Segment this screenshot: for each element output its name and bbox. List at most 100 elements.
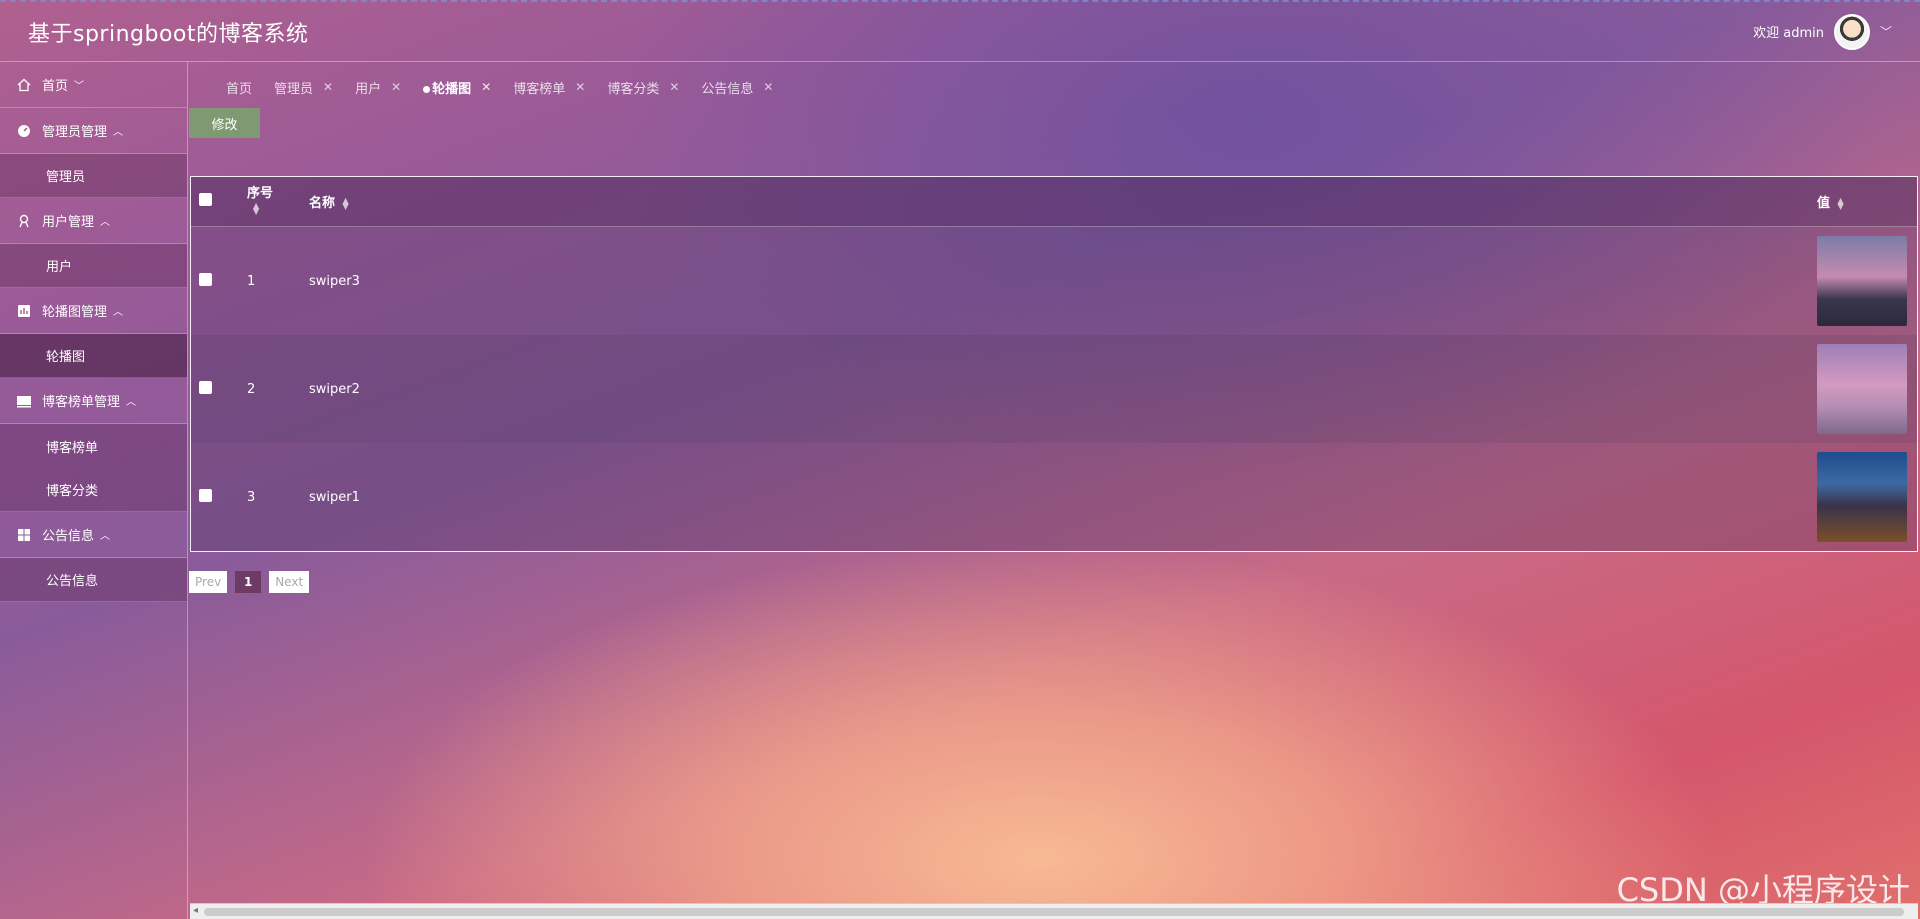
user-icon — [16, 213, 32, 229]
column-label: 值 — [1817, 196, 1831, 211]
cell-seq: 1 — [247, 273, 256, 289]
sidebar-group-blog-ranking[interactable]: 博客榜单管理 ︿ — [0, 378, 187, 424]
sort-icon[interactable]: ▲ ▼ — [253, 202, 259, 216]
sidebar-item-label: 博客分类 — [46, 484, 99, 499]
tab-blog-category[interactable]: 博客分类 ✕ — [607, 78, 679, 97]
data-table: 序号 ▲ ▼ 名称 ▲ ▼ 值 ▲ ▼ 1 swiper3 2 swiper2 3 s… — [190, 176, 1918, 552]
chevron-up-icon: ︿ — [100, 217, 111, 228]
sidebar-item-home[interactable]: 首页 ﹀ — [0, 62, 187, 108]
next-page-button[interactable]: Next — [269, 571, 310, 593]
cell-seq: 3 — [247, 489, 256, 505]
pagination: Prev 1 Next — [189, 571, 310, 593]
column-label: 名称 — [309, 196, 336, 211]
prev-page-button[interactable]: Prev — [189, 571, 228, 593]
tab-carousel[interactable]: 轮播图 ✕ — [423, 78, 491, 97]
carousel-image[interactable] — [1817, 344, 1907, 434]
close-icon[interactable]: ✕ — [763, 80, 773, 94]
table-row[interactable]: 2 swiper2 — [191, 335, 1917, 443]
tab-label: 博客榜单 — [513, 81, 566, 97]
sidebar-group-user[interactable]: 用户管理 ︿ — [0, 198, 187, 244]
column-header-seq[interactable]: 序号 ▲ ▼ — [247, 186, 309, 218]
sidebar-item-label: 首页 — [42, 79, 69, 94]
sidebar-item-notice[interactable]: 公告信息 — [0, 558, 187, 602]
tab-label: 首页 — [226, 81, 253, 97]
sidebar-item-label: 轮播图 — [46, 350, 86, 365]
scroll-left-icon[interactable]: ◂ — [193, 905, 198, 916]
sidebar-group-label: 博客榜单管理 — [42, 395, 121, 410]
sidebar-group-label: 轮播图管理 — [42, 305, 108, 320]
close-icon[interactable]: ✕ — [391, 80, 401, 94]
user-menu[interactable]: 欢迎 admin ﹀ — [1753, 13, 1892, 50]
monitor-icon — [16, 393, 32, 409]
sidebar-group-admin[interactable]: 管理员管理 ︿ — [0, 108, 187, 154]
chevron-up-icon: ︿ — [126, 397, 137, 408]
tab-blog-ranking[interactable]: 博客榜单 ✕ — [513, 78, 585, 97]
sort-icon[interactable]: ▲ ▼ — [1838, 196, 1844, 210]
chevron-up-icon: ︿ — [113, 127, 124, 138]
sidebar-group-carousel[interactable]: 轮播图管理 ︿ — [0, 288, 187, 334]
table-header: 序号 ▲ ▼ 名称 ▲ ▼ 值 ▲ ▼ — [191, 177, 1917, 227]
avatar[interactable] — [1833, 13, 1870, 50]
chart-icon — [16, 303, 32, 319]
edit-button[interactable]: 修改 — [189, 108, 260, 138]
table-row[interactable]: 1 swiper3 — [191, 227, 1917, 335]
sidebar-item-label: 管理员 — [46, 170, 86, 185]
cell-name: swiper3 — [309, 273, 360, 289]
sidebar-item-user[interactable]: 用户 — [0, 244, 187, 288]
table-row[interactable]: 3 swiper1 — [191, 443, 1917, 551]
tab-admin[interactable]: 管理员 ✕ — [274, 78, 333, 97]
sidebar-item-blog-ranking[interactable]: 博客榜单 — [0, 424, 187, 468]
column-header-value[interactable]: 值 ▲ ▼ — [1817, 192, 1917, 211]
tab-label: 管理员 — [274, 81, 314, 97]
sidebar-group-notice[interactable]: 公告信息 ︿ — [0, 512, 187, 558]
chevron-down-icon: ﹀ — [74, 81, 85, 92]
app-title: 基于springboot的博客系统 — [28, 21, 309, 47]
cell-name: swiper1 — [309, 489, 360, 505]
sidebar-item-label: 用户 — [46, 260, 73, 275]
tab-label: 博客分类 — [607, 81, 660, 97]
carousel-image[interactable] — [1817, 452, 1907, 542]
row-checkbox[interactable] — [199, 380, 212, 394]
tab-bar: 首页 管理员 ✕ 用户 ✕ 轮播图 ✕ 博客榜单 ✕ 博客分类 ✕ 公告信息 ✕ — [226, 76, 773, 98]
tab-label: 公告信息 — [701, 81, 754, 97]
home-icon — [16, 77, 32, 93]
select-all-checkbox[interactable] — [199, 193, 212, 206]
page-number-button[interactable]: 1 — [235, 571, 262, 593]
cell-seq: 2 — [247, 381, 256, 397]
dashboard-icon — [16, 123, 32, 139]
carousel-image[interactable] — [1817, 236, 1907, 326]
close-icon[interactable]: ✕ — [669, 80, 679, 94]
chevron-up-icon: ︿ — [113, 307, 124, 318]
row-checkbox[interactable] — [199, 488, 212, 502]
grid-icon — [16, 527, 32, 543]
sidebar-item-label: 博客榜单 — [46, 440, 99, 456]
column-header-name[interactable]: 名称 ▲ ▼ — [309, 192, 1817, 211]
sidebar-item-carousel[interactable]: 轮播图 — [0, 334, 187, 378]
top-bar: 基于springboot的博客系统 欢迎 admin ﹀ — [0, 0, 1920, 62]
close-icon[interactable]: ✕ — [323, 80, 333, 94]
sidebar-group-label: 管理员管理 — [42, 125, 108, 140]
row-checkbox[interactable] — [199, 272, 212, 286]
tab-notice[interactable]: 公告信息 ✕ — [701, 78, 773, 97]
active-dot-icon — [423, 85, 431, 93]
chevron-down-icon[interactable]: ﹀ — [1880, 23, 1892, 40]
horizontal-scrollbar[interactable]: ◂ — [190, 903, 1918, 919]
sidebar: 首页 ﹀ 管理员管理 ︿ 管理员 用户管理 ︿ 用户 轮播图管理 ︿ 轮播图 博… — [0, 62, 188, 919]
cell-name: swiper2 — [309, 381, 360, 397]
sidebar-item-label: 公告信息 — [46, 574, 99, 589]
sidebar-item-admin[interactable]: 管理员 — [0, 154, 187, 198]
close-icon[interactable]: ✕ — [575, 80, 585, 94]
sidebar-item-blog-category[interactable]: 博客分类 — [0, 468, 187, 512]
sidebar-group-label: 公告信息 — [42, 529, 95, 544]
tab-label: 轮播图 — [432, 81, 472, 97]
column-label: 序号 — [247, 185, 274, 201]
scrollbar-thumb[interactable] — [204, 908, 1904, 916]
sidebar-group-label: 用户管理 — [42, 215, 95, 230]
sort-icon[interactable]: ▲ ▼ — [343, 196, 349, 210]
chevron-up-icon: ︿ — [100, 531, 111, 542]
tab-label: 用户 — [355, 81, 382, 97]
tab-home[interactable]: 首页 — [226, 78, 252, 97]
tab-user[interactable]: 用户 ✕ — [355, 78, 401, 97]
welcome-text: 欢迎 admin — [1753, 26, 1824, 41]
close-icon[interactable]: ✕ — [481, 80, 491, 94]
